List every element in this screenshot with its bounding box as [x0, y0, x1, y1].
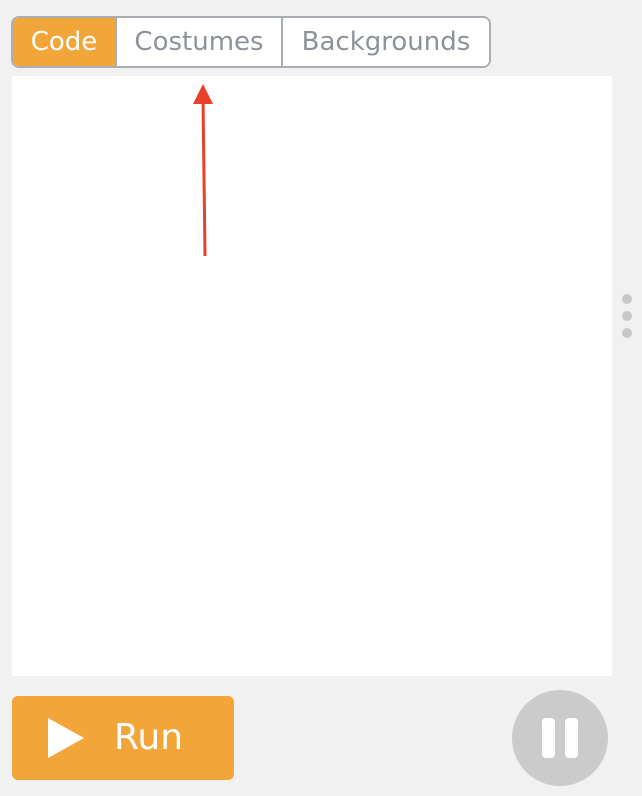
pause-icon: [565, 718, 578, 758]
pause-button[interactable]: [512, 690, 608, 786]
resize-dot: [622, 294, 632, 304]
tab-code[interactable]: Code: [13, 18, 115, 66]
tab-costumes[interactable]: Costumes: [115, 18, 281, 66]
code-editor[interactable]: [12, 76, 612, 676]
resize-handle[interactable]: [620, 294, 634, 338]
tab-backgrounds[interactable]: Backgrounds: [281, 18, 489, 66]
tab-bar: Code Costumes Backgrounds: [11, 16, 491, 68]
resize-dot: [622, 311, 632, 321]
resize-dot: [622, 328, 632, 338]
run-label: Run: [114, 717, 184, 758]
play-icon: [48, 718, 84, 758]
run-button[interactable]: Run: [12, 696, 234, 780]
pause-icon: [542, 718, 555, 758]
